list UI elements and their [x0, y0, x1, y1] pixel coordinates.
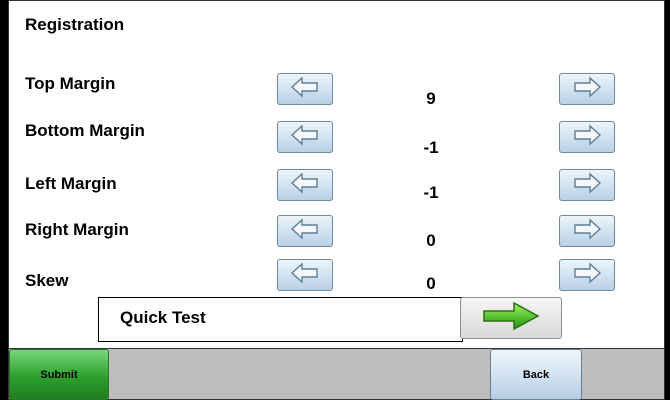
bottom-margin-increase-button[interactable] — [559, 121, 615, 153]
top-margin-decrease-button[interactable] — [277, 73, 333, 105]
footer-bar: Submit Back — [8, 349, 665, 400]
left-arrow-icon — [290, 217, 320, 245]
right-margin-value: 0 — [426, 231, 436, 250]
quick-test-button[interactable] — [460, 297, 562, 339]
right-margin-label: Right Margin — [25, 220, 129, 239]
right-arrow-icon — [572, 171, 602, 199]
bottom-margin-value: -1 — [423, 138, 439, 157]
left-arrow-icon — [290, 171, 320, 199]
top-margin-label: Top Margin — [25, 74, 116, 93]
left-arrow-icon — [290, 123, 320, 151]
left-margin-value: -1 — [423, 183, 439, 202]
quick-test-label: Quick Test — [120, 308, 206, 327]
right-margin-increase-button[interactable] — [559, 215, 615, 247]
right-arrow-icon — [572, 75, 602, 103]
left-margin-increase-button[interactable] — [559, 169, 615, 201]
bottom-margin-decrease-button[interactable] — [277, 121, 333, 153]
submit-button[interactable]: Submit — [9, 349, 109, 400]
skew-label: Skew — [25, 271, 69, 290]
top-margin-value: 9 — [426, 89, 436, 108]
registration-panel: Registration Top Margin 9 Bottom Margin … — [8, 0, 665, 349]
bottom-margin-label: Bottom Margin — [25, 121, 145, 140]
quick-test-box: Quick Test — [98, 297, 463, 342]
right-margin-decrease-button[interactable] — [277, 215, 333, 247]
back-button[interactable]: Back — [490, 349, 582, 400]
left-arrow-icon — [290, 261, 320, 289]
green-right-arrow-icon — [481, 301, 541, 336]
skew-value: 0 — [426, 274, 436, 293]
top-margin-increase-button[interactable] — [559, 73, 615, 105]
page-title: Registration — [25, 15, 125, 34]
right-arrow-icon — [572, 123, 602, 151]
left-margin-decrease-button[interactable] — [277, 169, 333, 201]
left-margin-label: Left Margin — [25, 174, 117, 193]
skew-increase-button[interactable] — [559, 259, 615, 291]
skew-decrease-button[interactable] — [277, 259, 333, 291]
left-arrow-icon — [290, 75, 320, 103]
right-arrow-icon — [572, 217, 602, 245]
right-arrow-icon — [572, 261, 602, 289]
